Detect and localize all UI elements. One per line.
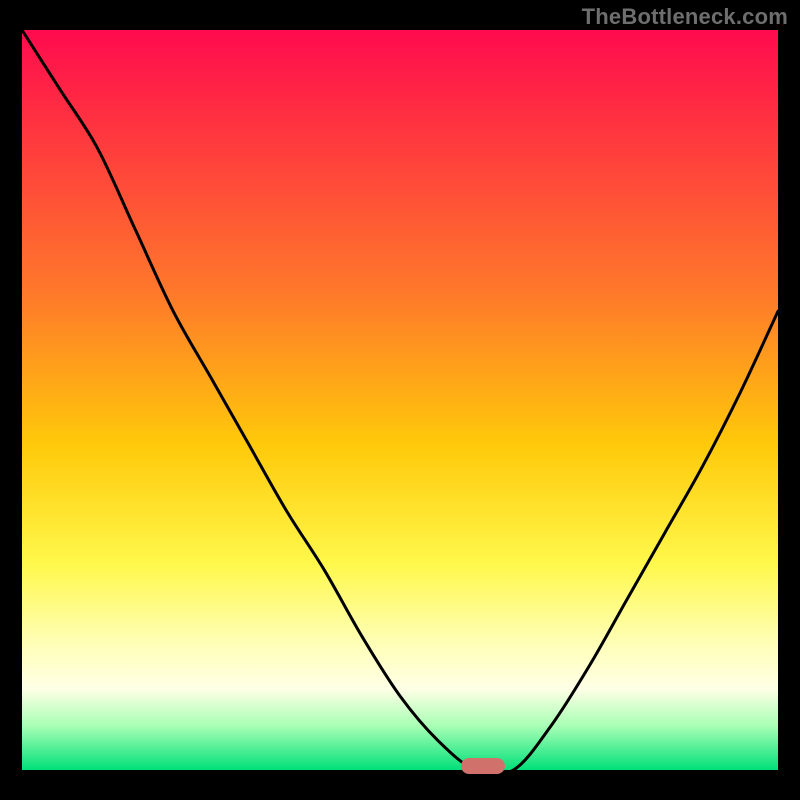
optimal-marker [461, 758, 505, 774]
plot-area [22, 30, 778, 770]
chart-frame: TheBottleneck.com [0, 0, 800, 800]
curve-path [22, 30, 778, 770]
bottleneck-curve [22, 30, 778, 770]
watermark-text: TheBottleneck.com [582, 4, 788, 30]
